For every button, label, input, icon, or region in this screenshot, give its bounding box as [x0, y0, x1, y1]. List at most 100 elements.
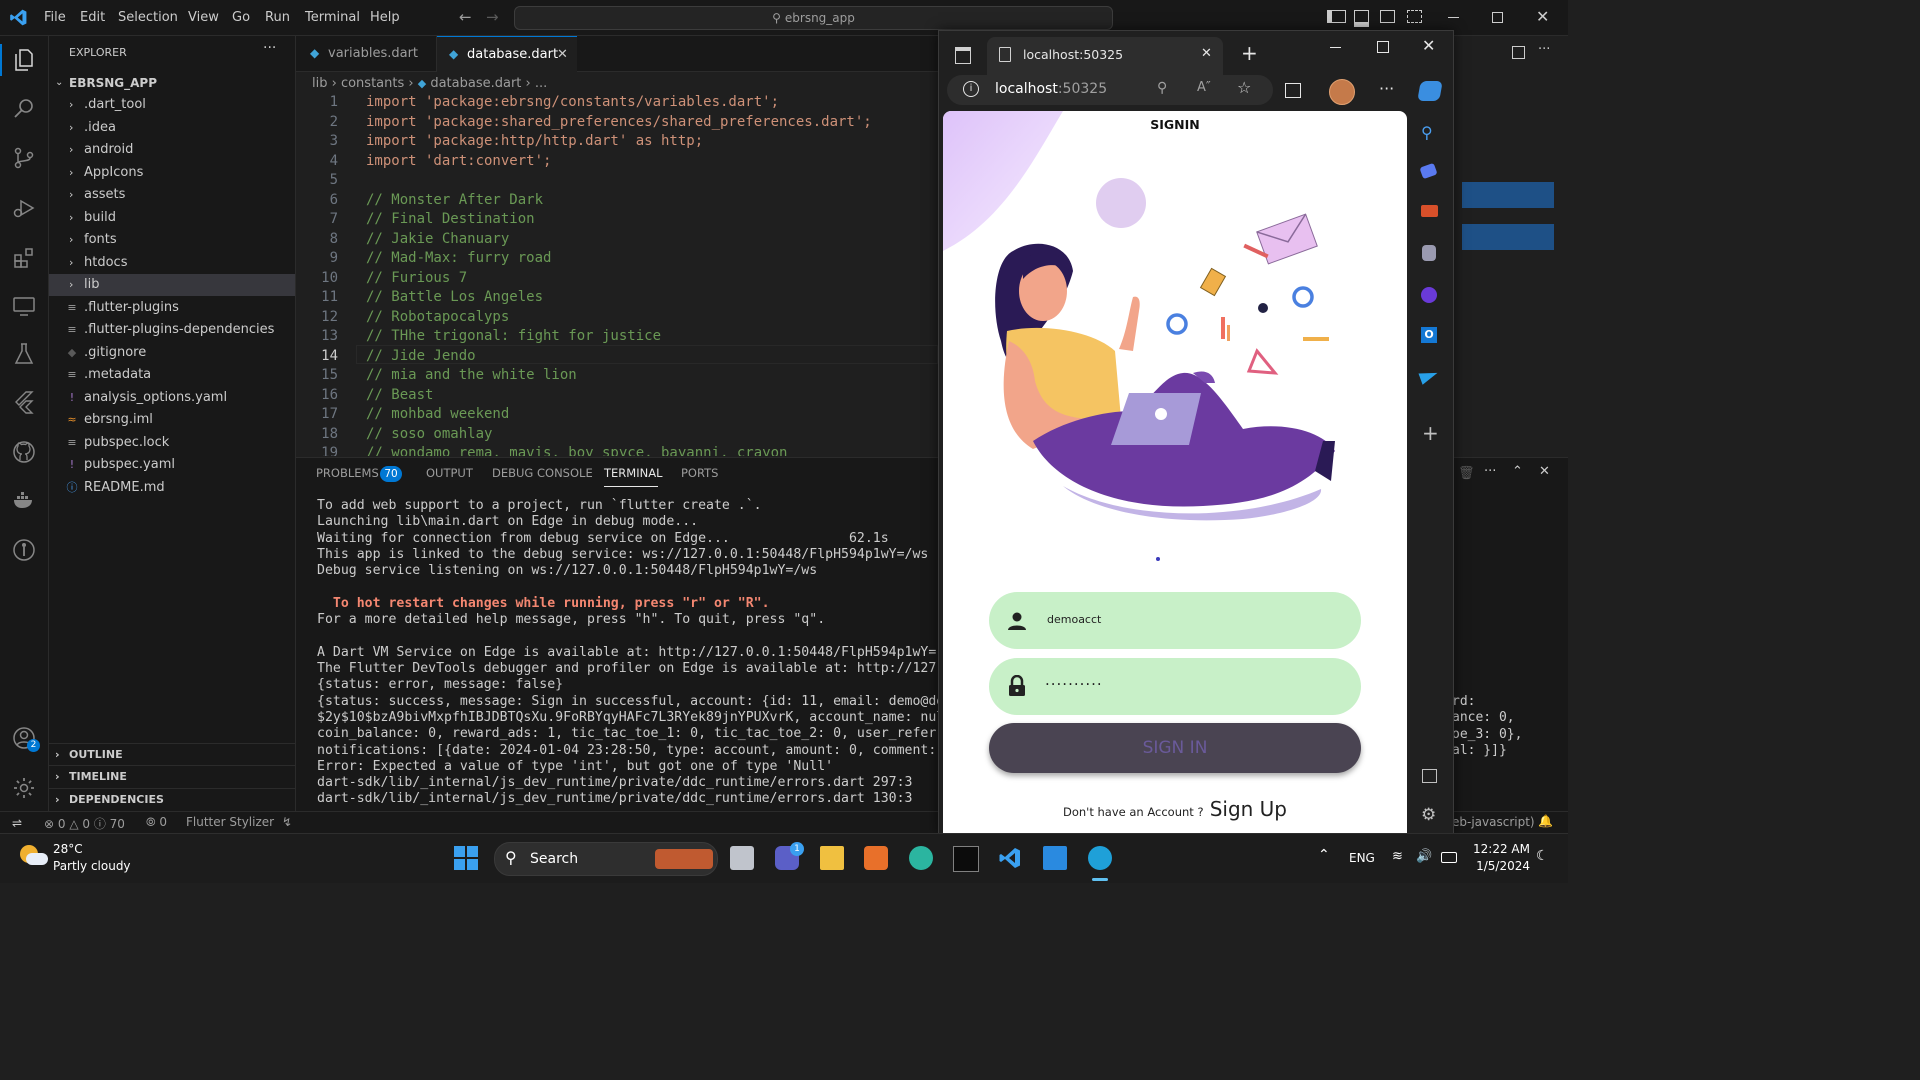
edge-dev-icon[interactable] [909, 846, 933, 870]
terminal-icon[interactable] [953, 846, 979, 872]
folder-item[interactable]: › build [49, 207, 295, 229]
menu-view[interactable]: View [188, 0, 219, 35]
start-button[interactable] [454, 846, 478, 870]
tab-actions-icon[interactable] [955, 47, 971, 64]
folder-item[interactable]: › lib [49, 274, 295, 296]
folder-item[interactable]: › htdocs [49, 252, 295, 274]
clock[interactable]: 12:22 AM 1/5/2024 [1470, 841, 1530, 875]
more-actions-icon[interactable]: ··· [1538, 42, 1550, 57]
more-actions-icon[interactable]: ··· [263, 40, 276, 56]
notifications-icon[interactable]: ☾ [1536, 848, 1549, 864]
read-aloud-icon[interactable]: A″ [1197, 80, 1211, 95]
menu-file[interactable]: File [44, 0, 66, 35]
send-icon[interactable] [1418, 367, 1440, 385]
file-item[interactable]: ◆ .gitignore [49, 342, 295, 364]
customize-layout-icon[interactable] [1407, 10, 1422, 23]
menu-terminal[interactable]: Terminal [305, 0, 360, 35]
edge-icon[interactable] [1088, 846, 1112, 870]
ports-status[interactable]: ⦾ 0 [146, 815, 167, 830]
wifi-icon[interactable]: ≋ [1392, 849, 1403, 864]
m365-icon[interactable] [1421, 287, 1437, 303]
flutter-icon[interactable] [12, 390, 36, 414]
tab-problems[interactable]: PROBLEMS [316, 466, 379, 480]
minimap-slider[interactable] [1462, 182, 1554, 208]
dependencies-section[interactable]: › DEPENDENCIES [49, 788, 295, 811]
tab-debug-console[interactable]: DEBUG CONSOLE [492, 466, 593, 480]
sidebar-layout-icon[interactable] [1422, 769, 1437, 783]
file-item[interactable]: ≡ .metadata [49, 364, 295, 386]
password-field[interactable]: .......... [989, 658, 1361, 715]
task-view-icon[interactable] [730, 846, 754, 870]
settings-gear-icon[interactable]: ⚙ [1421, 805, 1436, 825]
browser-tab[interactable]: localhost:50325 ✕ [987, 37, 1223, 75]
vscode-taskbar-icon[interactable] [998, 846, 1022, 870]
workspace-root[interactable]: ⌄ EBRSNG_APP [49, 72, 295, 94]
run-debug-icon[interactable] [12, 196, 36, 220]
taskbar-search-box[interactable]: ⚲ Search [494, 842, 718, 876]
folder-item[interactable]: › AppIcons [49, 162, 295, 184]
trash-icon[interactable]: 🗑 [1458, 466, 1475, 481]
errors-status[interactable]: ⊗ 0 △ 0 ⓘ 70 [44, 815, 125, 832]
search-icon[interactable] [12, 96, 36, 120]
outline-section[interactable]: › OUTLINE [49, 743, 295, 766]
back-arrow-icon[interactable]: ← [459, 8, 472, 26]
code-editor[interactable]: 1 import 'package:ebrsng/constants/variab… [296, 93, 938, 456]
split-editor-icon[interactable] [1512, 46, 1525, 59]
add-sidebar-app-icon[interactable]: + [1422, 421, 1439, 445]
terminal-output[interactable]: To add web support to a project, run `fl… [296, 498, 938, 812]
tab-ports[interactable]: PORTS [681, 466, 718, 480]
menu-go[interactable]: Go [232, 0, 250, 35]
sign-in-button[interactable]: SIGN IN [989, 723, 1361, 773]
minimize-icon[interactable] [1448, 17, 1459, 18]
username-field[interactable]: demoacct [989, 592, 1361, 649]
more-actions-icon[interactable]: ··· [1484, 464, 1496, 479]
notepad-icon[interactable] [1043, 846, 1067, 870]
gear-icon[interactable] [12, 776, 36, 800]
tab-output[interactable]: OUTPUT [426, 466, 473, 480]
site-info-icon[interactable]: i [963, 81, 979, 97]
sign-up-link[interactable]: Sign Up [1210, 797, 1287, 821]
volume-icon[interactable]: 🔊 [1416, 849, 1432, 864]
close-window-icon[interactable]: ✕ [1422, 36, 1435, 55]
tab-database-dart[interactable]: ◆ database.dart ✕ [437, 36, 577, 72]
tools-icon[interactable] [1421, 205, 1438, 217]
command-center-search[interactable]: ⚲ ebrsng_app [514, 6, 1113, 30]
close-tab-icon[interactable]: ✕ [1201, 46, 1212, 61]
tab-terminal[interactable]: TERMINAL [604, 466, 662, 480]
key-icon[interactable]: ⚲ [1157, 80, 1167, 96]
remote-explorer-icon[interactable] [12, 294, 36, 318]
close-icon[interactable]: ✕ [1536, 7, 1549, 26]
minimize-icon[interactable] [1330, 47, 1341, 48]
extensions-icon[interactable] [12, 246, 36, 270]
toggle-sidebar-icon[interactable] [1327, 10, 1346, 23]
xampp-icon[interactable] [864, 846, 888, 870]
menu-edit[interactable]: Edit [80, 0, 105, 35]
gitlens-icon[interactable] [12, 538, 36, 562]
testing-icon[interactable] [12, 342, 36, 366]
more-options-icon[interactable]: ··· [1379, 79, 1394, 98]
favorite-star-icon[interactable]: ☆ [1237, 78, 1251, 97]
copilot-icon[interactable] [1417, 81, 1443, 101]
show-hidden-icons[interactable]: ⌃ [1318, 847, 1330, 863]
breadcrumb-lib[interactable]: lib [312, 76, 327, 91]
file-item[interactable]: ≡ .flutter-plugins-dependencies [49, 319, 295, 341]
breadcrumb-constants[interactable]: constants [341, 76, 404, 91]
outlook-icon[interactable]: O [1421, 327, 1437, 343]
close-tab-icon[interactable]: ✕ [557, 37, 568, 72]
toggle-secondary-sidebar-icon[interactable] [1380, 10, 1395, 23]
menu-run[interactable]: Run [265, 0, 290, 35]
games-icon[interactable] [1422, 245, 1436, 261]
weather-widget[interactable]: 28°C Partly cloudy [18, 841, 138, 877]
maximize-icon[interactable] [1377, 41, 1389, 53]
file-explorer-icon[interactable] [820, 846, 844, 870]
notifications-bell-icon[interactable]: 🔔 [1538, 814, 1553, 828]
shopping-tag-icon[interactable] [1419, 162, 1438, 180]
file-item[interactable]: ! pubspec.yaml [49, 454, 295, 476]
folder-item[interactable]: › .idea [49, 117, 295, 139]
folder-item[interactable]: › android [49, 139, 295, 161]
language-indicator[interactable]: ENG [1349, 851, 1375, 865]
profile-avatar[interactable] [1329, 79, 1355, 105]
lightning-icon[interactable]: ↯ [282, 815, 292, 829]
menu-help[interactable]: Help [370, 0, 400, 35]
forward-arrow-icon[interactable]: → [486, 8, 499, 26]
